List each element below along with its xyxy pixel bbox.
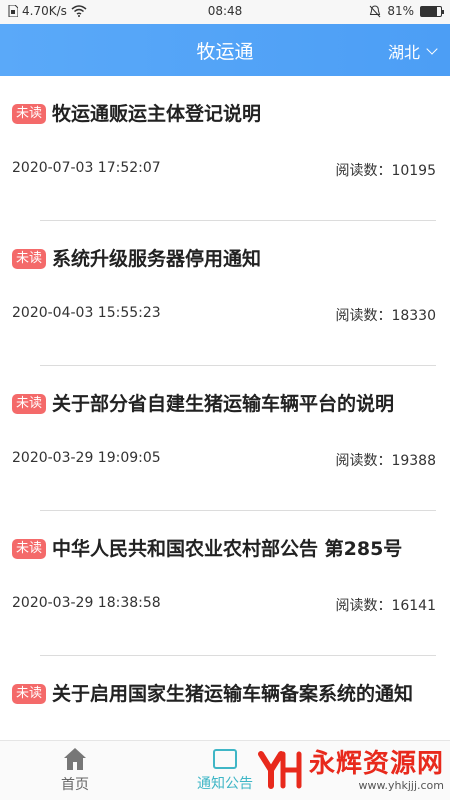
app-header: 牧运通 湖北 [0,24,450,76]
tab-home-label: 首页 [61,777,89,793]
article-title: 关于启用国家生猪运输车辆备案系统的通知 [52,683,414,705]
tab-home[interactable]: 首页 [40,741,110,800]
article-date: 2020-04-03 15:55:23 [12,305,161,321]
chevron-down-icon [426,43,438,55]
article-date: 2020-07-03 17:52:07 [12,160,161,176]
watermark-logo [257,751,302,789]
article-reads: 阅读数：16141 [335,598,436,614]
article-meta: 2020-04-03 15:55:23 阅读数：18330 [12,305,436,325]
article-title-row: 未读 中华人民共和国农业农村部公告 第285号 [12,535,436,564]
tab-notice-label: 通知公告 [197,776,253,792]
watermark-brand: 永辉资源网 [308,748,444,779]
article-meta: 2020-03-29 19:09:05 阅读数：19388 [12,450,436,470]
status-right: 81% [369,4,444,18]
article-title: 中华人民共和国农业农村部公告 第285号 [52,538,403,560]
battery-icon [420,5,444,17]
list-item[interactable]: 未读 系统升级服务器停用通知 2020-04-03 15:55:23 阅读数：18… [0,221,450,366]
article-title-row: 未读 关于启用国家生猪运输车辆备案系统的通知 [12,680,436,709]
notice-list: 未读 牧运通贩运主体登记说明 2020-07-03 17:52:07 阅读数：10… [0,76,450,740]
home-icon [62,748,88,770]
region-selector[interactable]: 湖北 [387,39,438,63]
notice-icon [213,749,237,769]
article-date: 2020-03-29 19:09:05 [12,450,161,466]
status-bar: 4.70K/s 08:48 81% [0,0,450,24]
article-meta: 2020-07-03 17:52:07 阅读数：10195 [12,160,436,180]
list-item[interactable]: 未读 关于部分省自建生猪运输车辆平台的说明 2020-03-29 19:09:05… [0,366,450,511]
article-title-row: 未读 关于部分省自建生猪运输车辆平台的说明 [12,390,436,419]
article-title: 系统升级服务器停用通知 [52,248,262,270]
article-reads: 阅读数：10195 [335,163,436,179]
region-label: 湖北 [387,43,420,62]
watermark-url: www.yhkjjj.com [358,778,445,792]
article-title: 牧运通贩运主体登记说明 [52,103,262,125]
unread-badge: 未读 [12,104,47,124]
article-meta: 2020-03-29 18:38:58 阅读数：16141 [12,595,436,615]
unread-badge: 未读 [12,684,47,704]
article-title: 关于部分省自建生猪运输车辆平台的说明 [52,393,395,415]
article-title-row: 未读 系统升级服务器停用通知 [12,245,436,274]
article-reads: 阅读数：18330 [335,308,436,324]
list-item[interactable]: 未读 关于启用国家生猪运输车辆备案系统的通知 [0,656,450,740]
unread-badge: 未读 [12,249,47,269]
list-item[interactable]: 未读 中华人民共和国农业农村部公告 第285号 2020-03-29 18:38:… [0,511,450,656]
page-title: 牧运通 [196,41,254,63]
unread-badge: 未读 [12,539,47,559]
article-date: 2020-03-29 18:38:58 [12,595,161,611]
article-reads: 阅读数：19388 [335,453,436,469]
bell-muted-icon [369,4,381,17]
article-title-row: 未读 牧运通贩运主体登记说明 [12,100,436,129]
battery-percent: 81% [387,4,414,18]
watermark: 永辉资源网 www.yhkjjj.com [257,740,444,800]
unread-badge: 未读 [12,394,47,414]
list-item[interactable]: 未读 牧运通贩运主体登记说明 2020-07-03 17:52:07 阅读数：10… [0,76,450,221]
